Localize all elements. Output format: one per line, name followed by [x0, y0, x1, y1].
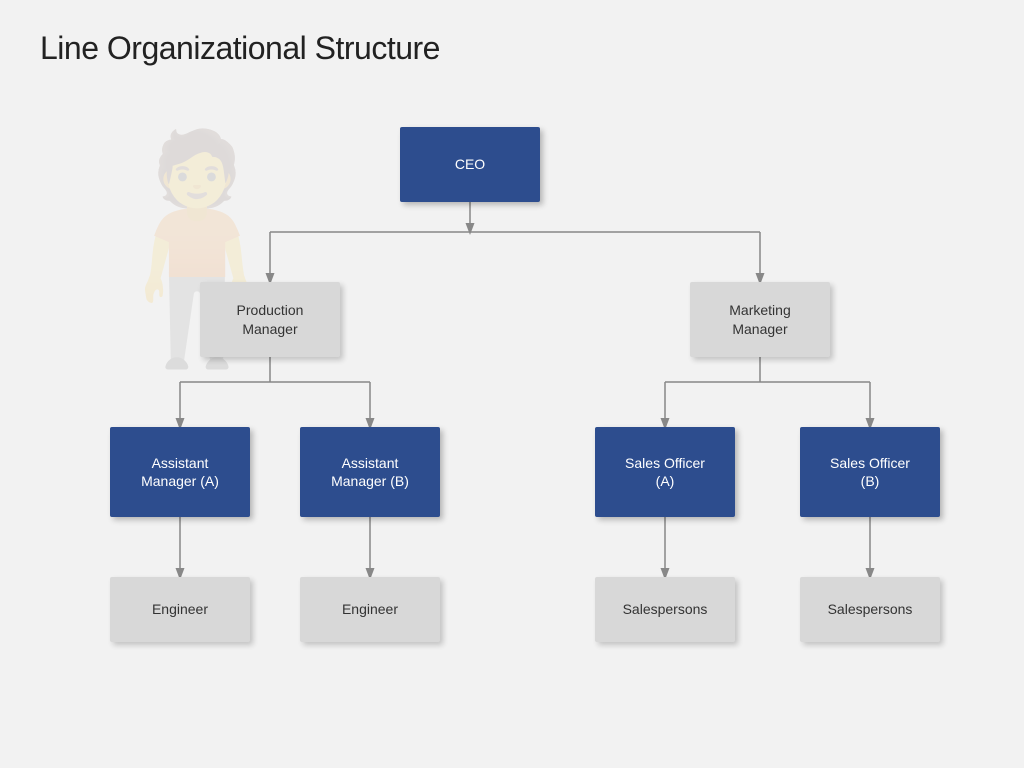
sales-officer-b-box: Sales Officer(B): [800, 427, 940, 517]
production-manager-box: ProductionManager: [200, 282, 340, 357]
engineer-a-box: Engineer: [110, 577, 250, 642]
sales-officer-a-box: Sales Officer(A): [595, 427, 735, 517]
asst-manager-a-box: AssistantManager (A): [110, 427, 250, 517]
org-chart: CEO ProductionManager MarketingManager A…: [40, 87, 984, 767]
asst-manager-b-box: AssistantManager (B): [300, 427, 440, 517]
salespersons-b-box: Salespersons: [800, 577, 940, 642]
page-title: Line Organizational Structure: [40, 30, 984, 67]
page: Line Organizational Structure 🧍: [0, 0, 1024, 768]
ceo-box: CEO: [400, 127, 540, 202]
engineer-b-box: Engineer: [300, 577, 440, 642]
marketing-manager-box: MarketingManager: [690, 282, 830, 357]
salespersons-a-box: Salespersons: [595, 577, 735, 642]
